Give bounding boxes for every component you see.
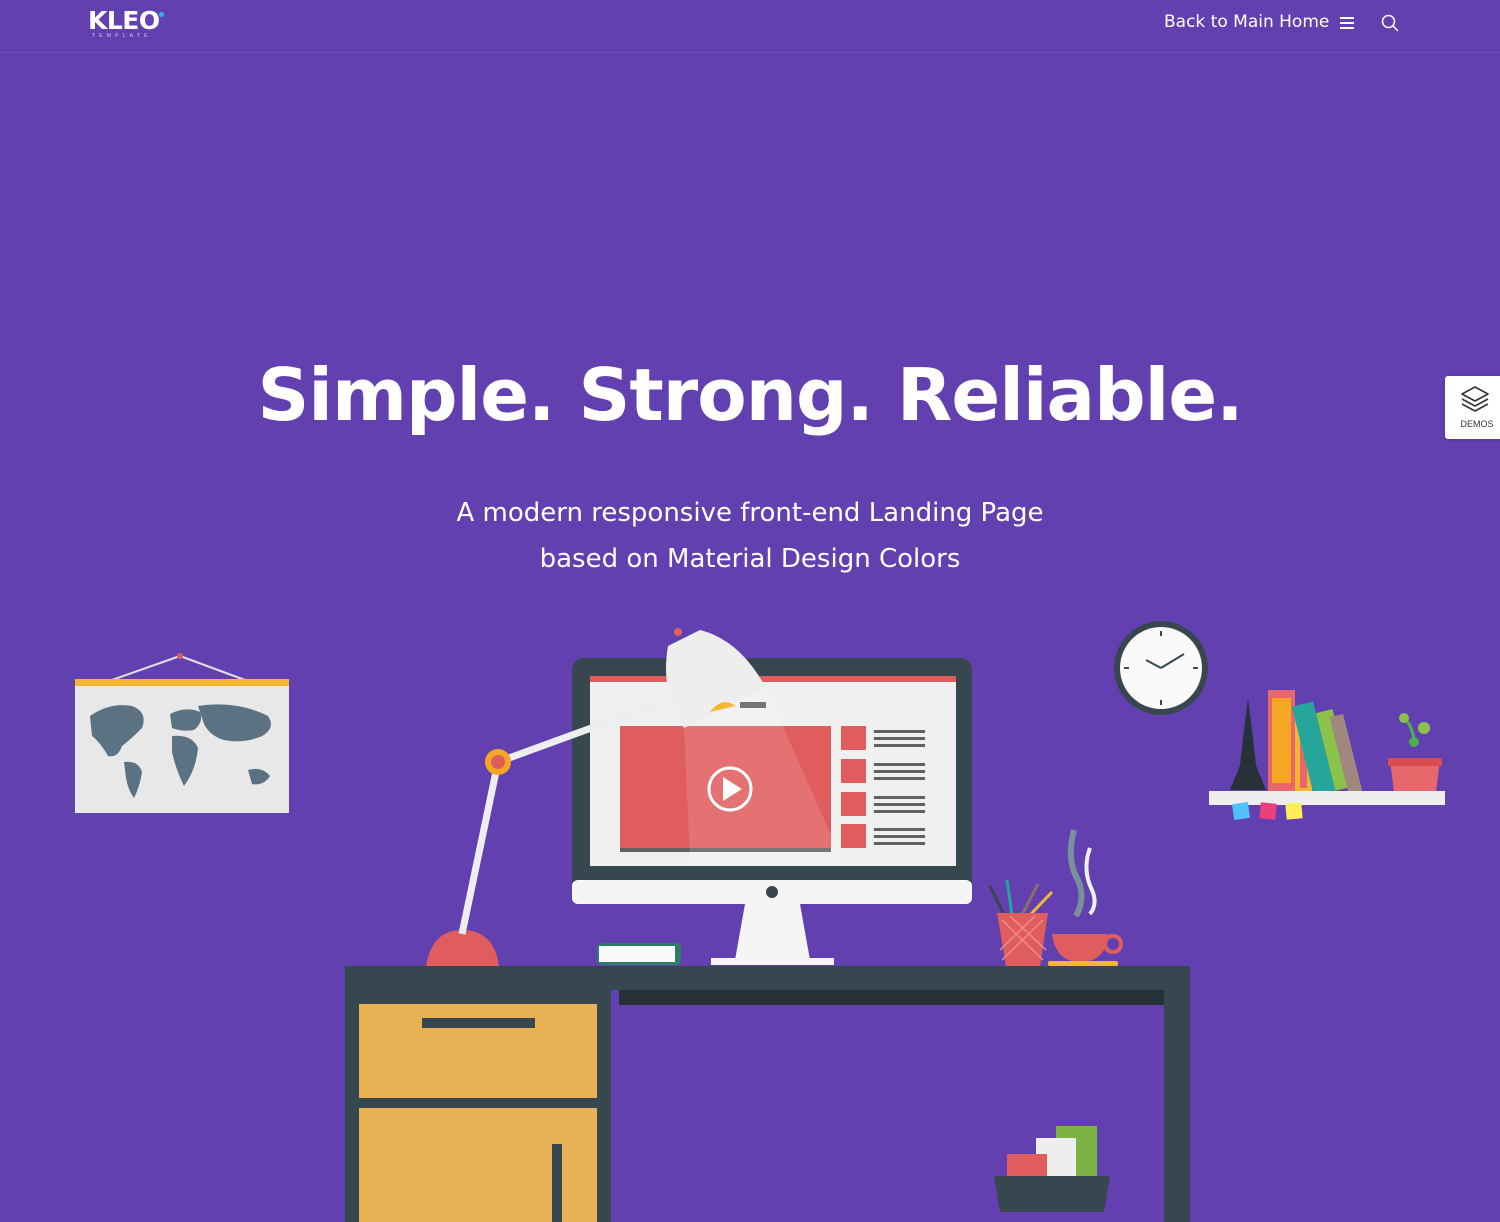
hero-subtitle: A modern responsive front-end Landing Pa… <box>0 490 1500 582</box>
coffee-cup <box>1048 829 1123 966</box>
basket <box>994 1126 1110 1212</box>
hero-subtitle-line-2: based on Material Design Colors <box>539 544 961 574</box>
world-map-poster <box>75 653 289 813</box>
hero-subtitle-line-1: A modern responsive front-end Landing Pa… <box>456 498 1044 528</box>
wall-clock <box>1114 621 1208 715</box>
book <box>597 943 681 965</box>
hero-title: Simple. Strong. Reliable. <box>257 353 1243 437</box>
hamburger-menu-icon[interactable] <box>1339 16 1355 30</box>
search-icon[interactable] <box>1381 14 1399 32</box>
back-to-main-home-link[interactable]: Back to Main Home <box>1164 12 1329 32</box>
workspace-illustration <box>75 621 1445 1222</box>
pencil-cup <box>988 879 1054 966</box>
wall-shelf <box>1209 690 1445 821</box>
logo-text: KLEO <box>88 6 160 35</box>
layers-icon <box>1461 386 1489 412</box>
site-header: KLEO TEMPLATE Back to Main Home <box>0 0 1500 53</box>
demos-button[interactable]: DEMOS <box>1445 376 1500 439</box>
logo[interactable]: KLEO TEMPLATE <box>88 6 164 39</box>
demos-label: DEMOS <box>1460 419 1494 429</box>
